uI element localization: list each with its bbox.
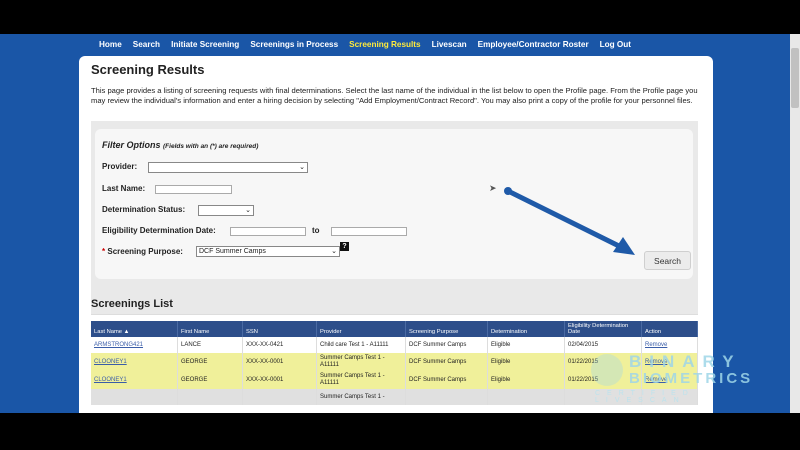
- cell-ssn: XXX-XX-0421: [242, 337, 317, 353]
- cell-provider: Summer Camps Test 1 - A11111: [316, 353, 406, 371]
- last-name-link[interactable]: ARMSTRONG421: [94, 342, 143, 348]
- col-determination[interactable]: Determination: [487, 321, 565, 337]
- nav-screening-results[interactable]: Screening Results: [349, 40, 420, 49]
- intro-text: This page provides a listing of screenin…: [91, 86, 698, 105]
- cell-first-name: GEORGE: [177, 353, 243, 371]
- divider: [91, 314, 698, 315]
- nav-log-out[interactable]: Log Out: [600, 40, 631, 49]
- cell-ssn: [242, 389, 317, 405]
- browser-viewport: Home Search Initiate Screening Screening…: [0, 34, 800, 413]
- cell-date: 02/04/2015: [564, 337, 642, 353]
- nav-employee-roster[interactable]: Employee/Contractor Roster: [478, 40, 589, 49]
- col-first-name[interactable]: First Name: [177, 321, 243, 337]
- scrollbar-thumb[interactable]: [791, 48, 799, 108]
- cell-purpose: DCF Summer Camps: [405, 371, 488, 389]
- col-eligibility-date[interactable]: Eligibility Determination Date: [564, 321, 642, 337]
- cell-provider: Summer Camps Test 1 -: [316, 389, 406, 405]
- last-name-link[interactable]: CLOONEY1: [94, 359, 127, 365]
- cell-purpose: DCF Summer Camps: [405, 337, 488, 353]
- last-name-link[interactable]: CLOONEY1: [94, 377, 127, 383]
- page-title: Screening Results: [91, 62, 205, 77]
- fingerprint-logo-icon: [591, 354, 623, 386]
- col-provider[interactable]: Provider: [316, 321, 406, 337]
- cell-first-name: GEORGE: [177, 371, 243, 389]
- table-header-row: Last Name ▲ First Name SSN Provider Scre…: [91, 321, 698, 337]
- col-screening-purpose[interactable]: Screening Purpose: [405, 321, 488, 337]
- cell-determination: Eligible: [487, 353, 565, 371]
- remove-link[interactable]: Remove: [645, 342, 667, 348]
- nav-screenings-in-process[interactable]: Screenings in Process: [250, 40, 338, 49]
- col-last-name[interactable]: Last Name ▲: [91, 321, 178, 337]
- cell-purpose: [405, 389, 488, 405]
- cell-provider: Summer Camps Test 1 - A11111: [316, 371, 406, 389]
- cell-ssn: XXX-XX-0001: [242, 353, 317, 371]
- binary-biometrics-watermark: BINARY BIOMETRICS CERTIFIED LIVESCAN: [585, 352, 775, 413]
- watermark-line3: CERTIFIED LIVESCAN: [595, 390, 695, 404]
- cell-determination: Eligible: [487, 337, 565, 353]
- cell-purpose: DCF Summer Camps: [405, 353, 488, 371]
- cell-provider: Child care Test 1 - A11111: [316, 337, 406, 353]
- filter-section: Filter Options (Fields with an (*) are r…: [91, 121, 698, 314]
- nav-livescan[interactable]: Livescan: [432, 40, 467, 49]
- top-navigation: Home Search Initiate Screening Screening…: [0, 34, 800, 54]
- filter-box: Filter Options (Fields with an (*) are r…: [95, 129, 693, 279]
- search-button[interactable]: Search: [644, 251, 691, 270]
- annotation-arrow-icon: [504, 187, 635, 255]
- nav-home[interactable]: Home: [99, 40, 122, 49]
- nav-initiate-screening[interactable]: Initiate Screening: [171, 40, 239, 49]
- col-ssn[interactable]: SSN: [242, 321, 317, 337]
- page-scrollbar[interactable]: [790, 34, 800, 413]
- watermark-line1: BINARY: [629, 352, 742, 371]
- cell-determination: Eligible: [487, 371, 565, 389]
- cell-first-name: LANCE: [177, 337, 243, 353]
- col-action: Action: [641, 321, 698, 337]
- cell-first-name: [177, 389, 243, 405]
- cell-determination: [487, 389, 565, 405]
- watermark-line2: BIOMETRICS: [629, 370, 754, 387]
- nav-search[interactable]: Search: [133, 40, 160, 49]
- cell-ssn: XXX-XX-0001: [242, 371, 317, 389]
- screenings-list-title: Screenings List: [91, 298, 173, 310]
- table-row: ARMSTRONG421 LANCE XXX-XX-0421 Child car…: [91, 337, 698, 353]
